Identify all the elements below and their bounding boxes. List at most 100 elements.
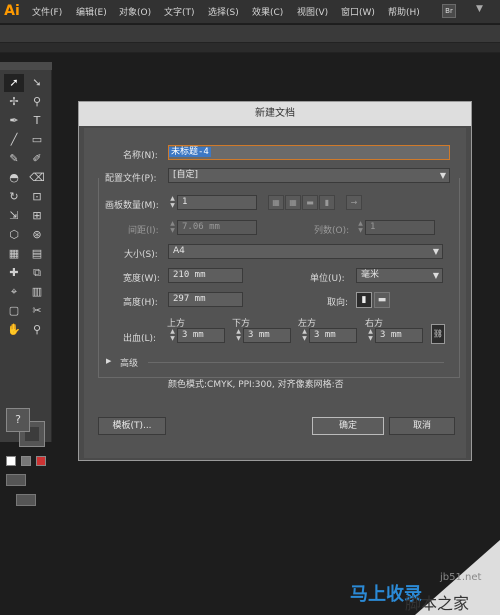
panel-grip[interactable] (0, 43, 500, 53)
artboards-field[interactable]: 1 (177, 195, 257, 210)
arrange-by-column-icon[interactable]: ▮ (319, 195, 335, 210)
tool-6-1-icon[interactable]: ⊡ (27, 188, 47, 206)
tool-10-0-icon[interactable]: ✚ (4, 264, 24, 282)
bleed-right-spinner[interactable]: ▲ ▼ (366, 328, 375, 343)
fill-swatch[interactable]: ? (6, 408, 30, 432)
tool-13-1-icon[interactable]: ⚲ (27, 321, 47, 339)
tool-0-0-icon[interactable]: ➚ (4, 74, 24, 92)
dialog-body: 名称(N): 未标题-4 配置文件(P): [自定] ▼ 画板数量(M): ▲ ▼ … (84, 128, 466, 458)
units-dropdown[interactable]: 毫米 ▼ (356, 268, 443, 283)
menu-bar: Ai 文件(F) 编辑(E) 对象(O) 文字(T) 选择(S) 效果(C) 视… (0, 0, 500, 24)
menu-view[interactable]: 视图(V) (297, 5, 328, 18)
menu-window[interactable]: 窗口(W) (341, 5, 375, 18)
tool-2-0-icon[interactable]: ✒ (4, 112, 24, 130)
menu-effect[interactable]: 效果(C) (252, 5, 283, 18)
workspace-dropdown-icon[interactable]: ▼ (476, 4, 483, 14)
bleed-right-field[interactable]: 3 mm (375, 328, 423, 343)
spacing-field: 7.06 mm (177, 220, 257, 235)
advanced-toggle-icon[interactable]: ▶ (106, 357, 111, 365)
tool-7-1-icon[interactable]: ⊞ (27, 207, 47, 225)
bridge-button[interactable]: Br (442, 4, 456, 18)
bleed-bottom-spinner[interactable]: ▲ ▼ (234, 328, 243, 343)
bleed-top-field[interactable]: 3 mm (177, 328, 225, 343)
name-field[interactable]: 未标题-4 (168, 145, 450, 160)
screen-mode-icon[interactable] (16, 494, 36, 506)
tool-2-1-icon[interactable]: T (27, 112, 47, 130)
templates-button[interactable]: 模板(T)... (98, 417, 166, 435)
tool-0-1-icon[interactable]: ➘ (27, 74, 47, 92)
watermark-brand-b: 脚本之家 (405, 594, 470, 613)
tool-9-0-icon[interactable]: ▦ (4, 245, 24, 263)
size-label: 大小(S): (124, 250, 158, 260)
menu-type[interactable]: 文字(T) (164, 5, 195, 18)
name-label: 名称(N): (123, 151, 158, 161)
advanced-label[interactable]: 高级 (120, 356, 138, 369)
tool-6-0-icon[interactable]: ↻ (4, 188, 24, 206)
tool-5-0-icon[interactable]: ◓ (4, 169, 24, 187)
tool-11-0-icon[interactable]: ⌖ (4, 283, 24, 301)
menu-help[interactable]: 帮助(H) (388, 5, 420, 18)
menu-object[interactable]: 对象(O) (119, 5, 151, 18)
width-field[interactable]: 210 mm (168, 268, 243, 283)
spacing-label: 间距(I): (128, 226, 159, 236)
color-mode-icon[interactable] (6, 456, 16, 466)
link-bleed-icon[interactable]: ⛓ (431, 324, 445, 344)
gradient-mode-icon[interactable] (21, 456, 31, 466)
none-mode-icon[interactable] (36, 456, 46, 466)
size-dropdown[interactable]: A4 ▼ (168, 244, 443, 259)
spacing-spinner: ▲ ▼ (170, 220, 175, 234)
tool-3-0-icon[interactable]: ╱ (4, 131, 24, 149)
new-document-dialog: 新建文档 名称(N): 未标题-4 配置文件(P): [自定] ▼ 画板数量(M)… (78, 101, 472, 461)
document-info-text: 颜色模式:CMYK, PPI:300, 对齐像素网格:否 (168, 380, 344, 390)
height-field[interactable]: 297 mm (168, 292, 243, 307)
width-label: 宽度(W): (123, 274, 160, 284)
toolbar-header[interactable] (0, 62, 52, 70)
tool-7-0-icon[interactable]: ⇲ (4, 207, 24, 225)
draw-mode-icon[interactable] (6, 474, 26, 486)
tool-11-1-icon[interactable]: ▥ (27, 283, 47, 301)
columns-spinner: ▲ ▼ (358, 220, 363, 234)
menu-select[interactable]: 选择(S) (208, 5, 239, 18)
tool-4-1-icon[interactable]: ✐ (27, 150, 47, 168)
tool-8-0-icon[interactable]: ⬡ (4, 226, 24, 244)
grid-by-row-icon[interactable]: ▦ (268, 195, 284, 210)
tool-4-0-icon[interactable]: ✎ (4, 150, 24, 168)
units-value: 毫米 (361, 270, 380, 280)
advanced-divider (148, 362, 444, 363)
bleed-top-spinner[interactable]: ▲ ▼ (168, 328, 177, 343)
tool-10-1-icon[interactable]: ⧉ (27, 264, 47, 282)
menu-file[interactable]: 文件(F) (32, 5, 62, 18)
units-label: 单位(U): (310, 274, 345, 284)
layout-direction-icon[interactable]: → (346, 195, 362, 210)
artboards-spinner[interactable]: ▲ ▼ (168, 195, 177, 210)
tool-5-1-icon[interactable]: ⌫ (27, 169, 47, 187)
tool-1-1-icon[interactable]: ⚲ (27, 93, 47, 111)
tool-13-0-icon[interactable]: ✋ (4, 321, 24, 339)
tool-8-1-icon[interactable]: ⊛ (27, 226, 47, 244)
cancel-button[interactable]: 取消 (389, 417, 455, 435)
size-value: A4 (173, 246, 185, 256)
chevron-down-icon: ▼ (432, 247, 439, 256)
dialog-title: 新建文档 (79, 102, 471, 126)
bleed-left-field[interactable]: 3 mm (309, 328, 357, 343)
fill-stroke-control[interactable]: ? (6, 408, 46, 447)
name-value: 未标题-4 (169, 147, 211, 157)
tool-9-1-icon[interactable]: ▤ (27, 245, 47, 263)
tool-3-1-icon[interactable]: ▭ (27, 131, 47, 149)
height-label: 高度(H): (123, 298, 158, 308)
portrait-orientation-icon[interactable]: ▮ (356, 292, 372, 308)
grid-by-column-icon[interactable]: ▦ (285, 195, 301, 210)
columns-label: 列数(O): (314, 226, 350, 236)
orientation-label: 取向: (327, 298, 349, 308)
landscape-orientation-icon[interactable]: ▬ (374, 292, 390, 308)
bleed-left-spinner[interactable]: ▲ ▼ (300, 328, 309, 343)
control-bar (0, 25, 500, 43)
arrange-by-row-icon[interactable]: ▬ (302, 195, 318, 210)
bleed-bottom-field[interactable]: 3 mm (243, 328, 291, 343)
tool-12-1-icon[interactable]: ✂ (27, 302, 47, 320)
tool-1-0-icon[interactable]: ✢ (4, 93, 24, 111)
tool-12-0-icon[interactable]: ▢ (4, 302, 24, 320)
menu-edit[interactable]: 编辑(E) (76, 5, 107, 18)
ok-button[interactable]: 确定 (312, 417, 384, 435)
artboards-label: 画板数量(M): (105, 201, 159, 211)
